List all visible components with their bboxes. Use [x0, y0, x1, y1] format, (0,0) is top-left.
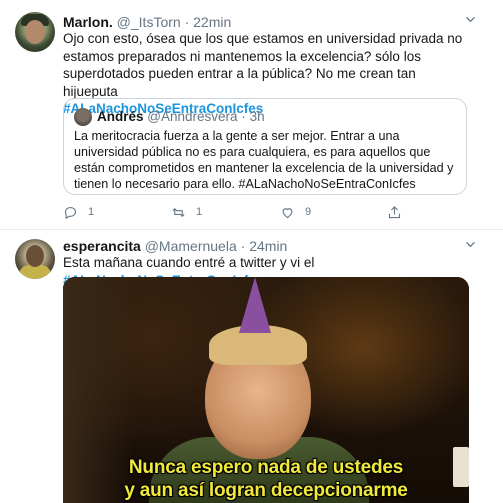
separator: · — [184, 14, 190, 30]
user-handle[interactable]: @_ItsTorn — [117, 14, 181, 30]
like-button[interactable]: 9 — [280, 203, 311, 221]
separator: · — [240, 238, 246, 254]
reply-button[interactable]: 1 — [63, 203, 94, 221]
share-button[interactable] — [387, 203, 402, 221]
media-image[interactable]: Nunca espero nada de ustedes y aun así l… — [63, 277, 469, 503]
avatar-body — [19, 265, 51, 279]
media-subtitle-line1: Nunca espero nada de ustedes — [128, 457, 404, 478]
retweet-button[interactable]: 1 — [171, 203, 202, 221]
quoted-tweet[interactable]: Andrés @Anndresvera · 3h La meritocracia… — [63, 98, 467, 195]
quote-timestamp: 3h — [249, 109, 265, 124]
like-icon — [282, 207, 293, 218]
avatar[interactable] — [15, 239, 55, 279]
timestamp[interactable]: 22min — [193, 14, 231, 30]
reply-icon — [64, 206, 77, 219]
timestamp[interactable]: 24min — [249, 238, 287, 254]
retweet-icon — [172, 207, 185, 217]
quote-text: La meritocracia fuerza a la gente a ser … — [74, 129, 454, 191]
tweet-body: Ojo con esto, ósea que los que estamos e… — [63, 31, 463, 99]
party-hat — [239, 277, 271, 333]
media-subtitle-line2: y aun así logran decepcionarme — [124, 480, 408, 501]
share-icon — [388, 205, 401, 218]
tweet-header: esperancita @Mamernuela · 24min — [63, 237, 287, 255]
tweet-header: Marlon. @_ItsTorn · 22min — [63, 13, 231, 31]
caret-down-icon[interactable] — [466, 240, 475, 249]
quote-user-handle: @Anndresvera — [147, 109, 238, 124]
tweet[interactable]: esperancita @Mamernuela · 24min Esta mañ… — [0, 230, 503, 503]
avatar-face — [26, 245, 44, 267]
tweet-body: Esta mañana cuando entré a twitter y vi … — [63, 255, 315, 270]
avatar[interactable] — [15, 12, 55, 52]
tweet-actions: 1 1 9 — [63, 203, 473, 221]
quote-header: Andrés @Anndresvera · 3h — [97, 108, 265, 126]
quote-avatar — [74, 108, 92, 126]
like-count: 9 — [305, 206, 312, 218]
quote-separator: · — [241, 109, 246, 124]
tweet[interactable]: Marlon. @_ItsTorn · 22min Ojo con esto, … — [0, 0, 503, 230]
avatar-face — [25, 20, 45, 44]
display-name[interactable]: esperancita — [63, 238, 141, 254]
quote-display-name: Andrés — [97, 109, 144, 124]
reply-count: 1 — [88, 206, 95, 218]
display-name[interactable]: Marlon. — [63, 14, 113, 30]
user-handle[interactable]: @Mamernuela — [145, 238, 237, 254]
caret-down-icon[interactable] — [466, 15, 475, 24]
retweet-count: 1 — [196, 206, 203, 218]
